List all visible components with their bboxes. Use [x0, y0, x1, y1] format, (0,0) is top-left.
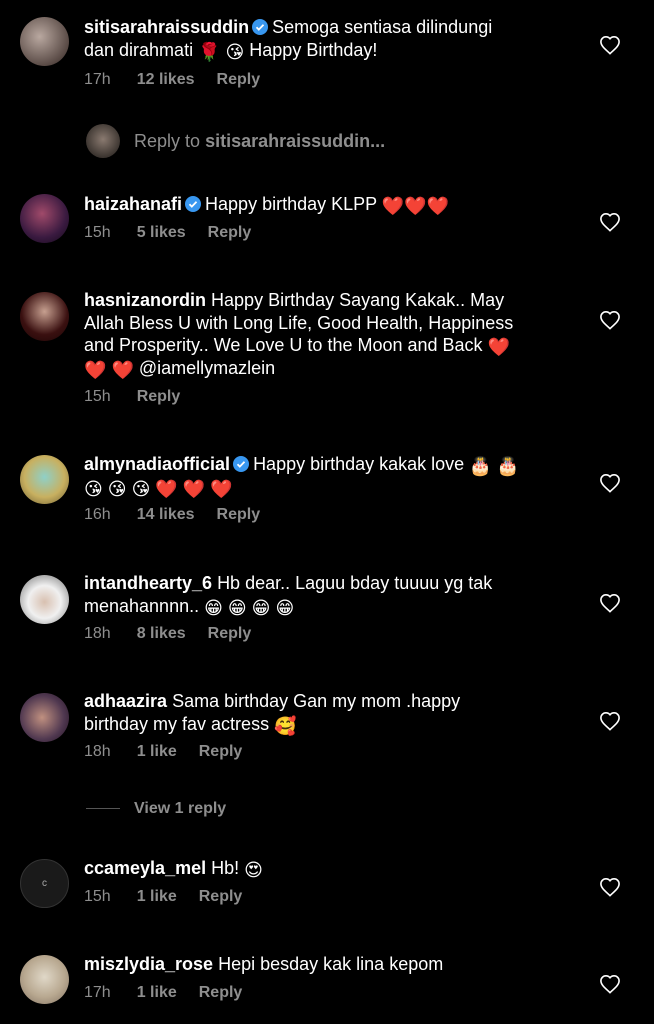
- avatar[interactable]: [20, 194, 69, 243]
- comment-username[interactable]: almynadiaofficial: [84, 454, 230, 474]
- comment-text: haizahanafi Happy birthday KLPP ❤️❤️❤️: [84, 193, 574, 216]
- comment-username[interactable]: adhaazira: [84, 691, 167, 711]
- reply-button[interactable]: Reply: [199, 888, 243, 905]
- comment-time: 17h: [84, 71, 111, 88]
- reply-button[interactable]: Reply: [137, 388, 181, 405]
- comment-meta: 16h 14 likes Reply: [84, 506, 574, 524]
- heart-outline-icon[interactable]: [599, 593, 621, 613]
- likes-count[interactable]: 1 like: [137, 984, 177, 1001]
- comment-body: Happy birthday KLPP ❤️❤️❤️: [205, 194, 450, 216]
- heart-outline-icon[interactable]: [599, 310, 621, 330]
- likes-count[interactable]: 5 likes: [137, 224, 186, 241]
- comment-time: 15h: [84, 887, 111, 905]
- heart-outline-icon[interactable]: [599, 877, 621, 897]
- comment-time: 16h: [84, 506, 111, 523]
- avatar[interactable]: [20, 693, 69, 742]
- verified-badge-icon: [233, 456, 250, 472]
- avatar[interactable]: [20, 292, 69, 341]
- verified-badge-icon: [185, 196, 202, 212]
- comment-time: 18h: [84, 743, 111, 760]
- likes-count[interactable]: 1 like: [137, 743, 177, 760]
- avatar[interactable]: [20, 955, 69, 1004]
- comment-body: Hb! 😍: [211, 858, 263, 880]
- comment-username[interactable]: sitisarahraissuddin: [84, 17, 249, 37]
- comment-meta: 15h Reply: [84, 388, 574, 406]
- reply-button[interactable]: Reply: [208, 224, 252, 241]
- likes-count[interactable]: 14 likes: [137, 506, 195, 523]
- reply-composer[interactable]: Reply to sitisarahraissuddin...: [0, 124, 654, 160]
- comment-meta: 17h 12 likes Reply: [84, 71, 574, 89]
- heart-outline-icon[interactable]: [599, 212, 621, 232]
- view-replies-button[interactable]: View 1 reply: [86, 800, 226, 818]
- comment-body: Hepi besday kak lina kepom: [218, 954, 444, 974]
- comment-time: 17h: [84, 983, 111, 1001]
- comment-username[interactable]: miszlydia_rose: [84, 954, 213, 974]
- reply-button[interactable]: Reply: [199, 984, 243, 1001]
- comment-text: almynadiaofficial Happy birthday kakak lo…: [84, 453, 574, 498]
- verified-badge-icon: [252, 19, 269, 35]
- comment-text: ccameyla_mel Hb! 😍: [84, 857, 574, 880]
- reply-button[interactable]: Reply: [208, 625, 252, 642]
- reply-button[interactable]: Reply: [217, 71, 261, 88]
- comment-meta: 15h 1 like Reply: [84, 888, 574, 906]
- comment-text: miszlydia_rose Hepi besday kak lina kepo…: [84, 953, 574, 976]
- comment-username[interactable]: intandhearty_6: [84, 573, 212, 593]
- avatar[interactable]: [20, 17, 69, 66]
- comment-text: hasnizanordin Happy Birthday Sayang Kaka…: [84, 289, 574, 379]
- comment-meta: 18h 1 like Reply: [84, 743, 574, 761]
- avatar[interactable]: c: [20, 859, 69, 908]
- comment-text: sitisarahraissuddin Semoga sentiasa dilin…: [84, 16, 574, 61]
- comment-time: 18h: [84, 625, 111, 642]
- comment-meta: 18h 8 likes Reply: [84, 625, 574, 643]
- comment-username[interactable]: haizahanafi: [84, 194, 182, 214]
- divider-line: [86, 808, 120, 810]
- reply-button[interactable]: Reply: [217, 506, 261, 523]
- heart-outline-icon[interactable]: [599, 35, 621, 55]
- comment-time: 15h: [84, 388, 111, 405]
- heart-outline-icon[interactable]: [599, 473, 621, 493]
- heart-outline-icon[interactable]: [599, 711, 621, 731]
- likes-count[interactable]: 1 like: [137, 888, 177, 905]
- avatar[interactable]: [20, 455, 69, 504]
- current-user-avatar: [86, 124, 120, 158]
- comment-text: intandhearty_6 Hb dear.. Laguu bday tuuu…: [84, 572, 574, 617]
- avatar[interactable]: [20, 575, 69, 624]
- comment-username[interactable]: ccameyla_mel: [84, 858, 206, 878]
- comment-text: adhaazira Sama birthday Gan my mom .happ…: [84, 690, 574, 735]
- reply-button[interactable]: Reply: [199, 743, 243, 760]
- comment-time: 15h: [84, 223, 111, 241]
- likes-count[interactable]: 12 likes: [137, 71, 195, 88]
- comment-meta: 15h 5 likes Reply: [84, 224, 574, 242]
- likes-count[interactable]: 8 likes: [137, 625, 186, 642]
- heart-outline-icon[interactable]: [599, 974, 621, 994]
- comment-meta: 17h 1 like Reply: [84, 984, 574, 1002]
- reply-to-placeholder[interactable]: Reply to sitisarahraissuddin...: [134, 131, 385, 152]
- comment-username[interactable]: hasnizanordin: [84, 290, 206, 310]
